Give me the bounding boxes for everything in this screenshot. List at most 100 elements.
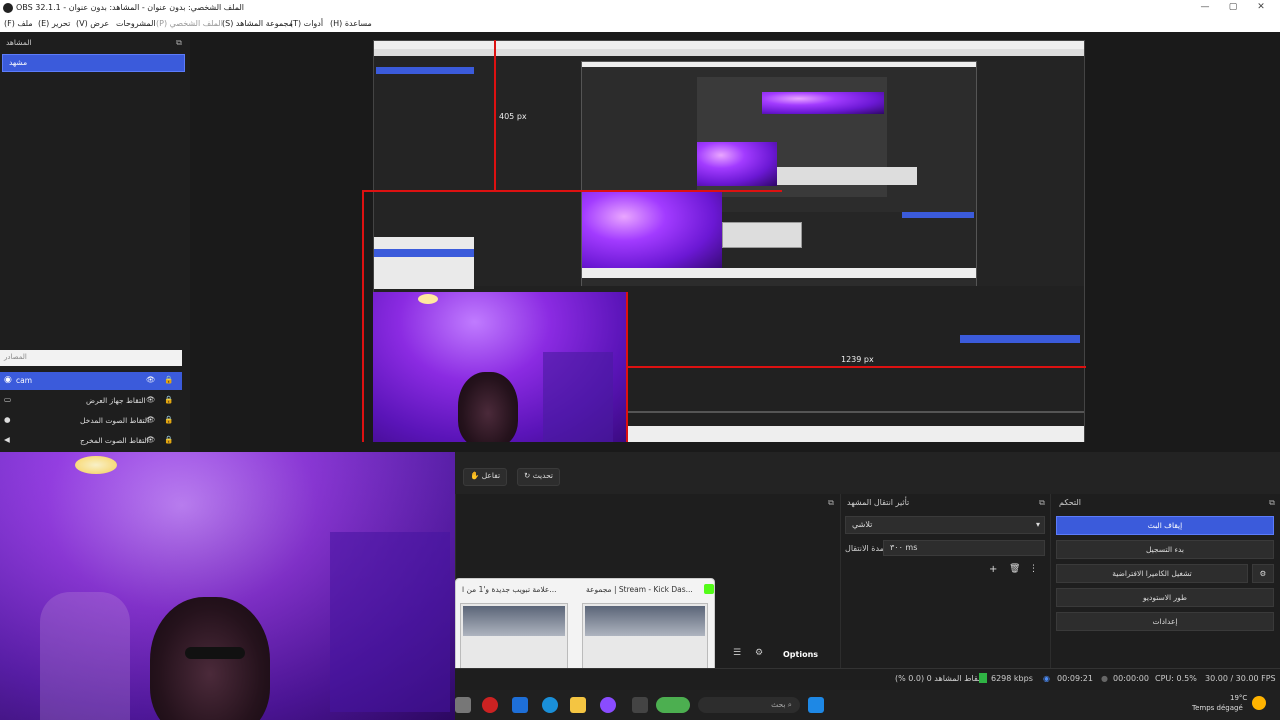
transitions-title: تأثير انتقال المشهد: [847, 498, 910, 507]
task-view-icon[interactable]: [632, 697, 648, 713]
nested-window-shot: [777, 167, 917, 185]
refresh-label: تحديث: [532, 471, 554, 480]
mixer-list-icon[interactable]: ☰: [733, 648, 741, 658]
nested-popup: [722, 222, 802, 248]
duration-spinbox[interactable]: ٣٠٠ ms: [883, 540, 1045, 556]
nested-ctrl-btn: [902, 212, 974, 218]
mixer-settings-icon[interactable]: ⚙: [755, 648, 763, 658]
menu-tools[interactable]: (T) أدوات: [290, 19, 323, 28]
person-head: [458, 372, 518, 442]
hanging-clothes: [40, 592, 130, 720]
weather-text: Temps dégagé: [1192, 704, 1243, 712]
nested-preview-bar: [582, 62, 976, 67]
sources-title: المصادر: [0, 350, 182, 366]
widgets-icon[interactable]: [656, 697, 690, 713]
windows-start-icon[interactable]: [808, 697, 824, 713]
stream-time: 00:09:21: [1057, 674, 1093, 683]
menu-docks[interactable]: المشروحات: [116, 19, 156, 28]
maximize-button[interactable]: ▢: [1224, 2, 1242, 12]
nested-source-cam: [374, 249, 474, 257]
visibility-eye-icon[interactable]: 👁: [146, 415, 156, 424]
source-label: التقاط جهاز العرض: [86, 396, 146, 405]
minimize-button[interactable]: —: [1196, 2, 1214, 12]
nested-cam-small: [762, 92, 884, 114]
lock-icon[interactable]: 🔒: [164, 415, 173, 424]
visibility-eye-icon[interactable]: 👁: [146, 395, 156, 404]
obs-app-icon[interactable]: [482, 697, 498, 713]
taskbar-search[interactable]: بحث ⌕: [698, 697, 800, 713]
edge-app-icon[interactable]: [542, 697, 558, 713]
transition-type-value: تلاشي: [852, 520, 873, 529]
thumb-hero: [585, 606, 705, 636]
more-options-icon[interactable]: ⋮: [1029, 564, 1038, 574]
browser-thumbnail[interactable]: [460, 603, 568, 673]
browser-thumbnail[interactable]: [582, 603, 708, 673]
menu-file[interactable]: (F) ملف: [4, 19, 33, 28]
preview-canvas[interactable]: 405 px 1239 px: [190, 32, 1280, 452]
scenes-title: المشاهد: [0, 36, 190, 52]
copilot-icon[interactable]: [600, 697, 616, 713]
dock-float-icon[interactable]: ⧉: [826, 498, 836, 508]
store-app-icon[interactable]: [512, 697, 528, 713]
interact-label: تفاعل: [481, 471, 501, 480]
refresh-button[interactable]: ↻ تحديث: [517, 468, 561, 486]
stop-streaming-button[interactable]: إيقاف البث: [1056, 516, 1274, 535]
source-cam[interactable]: ◉ cam 👁 🔒: [0, 372, 182, 390]
menu-edit[interactable]: (E) تحرير: [38, 19, 70, 28]
source-display-capture[interactable]: ▭ التقاط جهاز العرض 👁 🔒: [0, 392, 182, 410]
guide-line-vertical: [494, 40, 496, 190]
refresh-icon: ↻: [524, 471, 531, 480]
monitor-icon: ▭: [4, 395, 12, 404]
cam-source-preview[interactable]: [373, 292, 627, 442]
settings-button[interactable]: إعدادات: [1056, 612, 1274, 631]
duration-label: مدة الانتقال: [845, 544, 884, 553]
start-virtual-camera-button[interactable]: تشغيل الكاميرا الافتراضية: [1056, 564, 1248, 583]
virtual-camera-settings-icon[interactable]: ⚙: [1252, 564, 1274, 583]
sources-dock: المصادر ◉ cam 👁 🔒 ▭ التقاط جهاز العرض 👁 …: [0, 350, 182, 450]
source-audio-output[interactable]: ◀ التقاط الصوت المخرج 👁 🔒: [0, 432, 182, 450]
taskbar-preview-popup[interactable]: علامة تبويب جديدة و'1 من ا... مجموعة | S…: [455, 578, 715, 678]
nested-preview: [581, 61, 977, 287]
lock-icon[interactable]: 🔒: [164, 395, 173, 404]
start-recording-button[interactable]: بدء التسجيل: [1056, 540, 1274, 559]
guide-line-left: [362, 190, 364, 442]
kick-icon: [704, 584, 714, 594]
window-title: OBS 32.1.1 - الملف الشخصي: بدون عنوان - …: [16, 3, 244, 12]
menu-help[interactable]: (H) مساعدة: [330, 19, 372, 28]
cam-background-panel: [543, 352, 613, 442]
sunglasses: [185, 647, 245, 659]
dock-float-icon[interactable]: ⧉: [1037, 498, 1047, 508]
menu-view[interactable]: (V) عرض: [76, 19, 109, 28]
menu-profile[interactable]: (P) الملف الشخصي: [156, 19, 223, 28]
lock-icon[interactable]: 🔒: [164, 435, 173, 444]
close-button[interactable]: ✕: [1252, 2, 1270, 12]
visibility-eye-icon[interactable]: 👁: [146, 375, 156, 384]
dock-float-icon[interactable]: ⧉: [1267, 498, 1277, 508]
menu-scene-collection[interactable]: (S) مجموعة المشاهد: [222, 19, 293, 28]
transition-type-select[interactable]: تلاشي ▾: [845, 516, 1045, 534]
preview-tab-label: علامة تبويب جديدة و'1 من ا...: [462, 585, 557, 594]
trash-icon[interactable]: 🗑: [1009, 564, 1020, 574]
file-explorer-icon[interactable]: [570, 697, 586, 713]
source-audio-input[interactable]: ● التقاط الصوت المدخل 👁 🔒: [0, 412, 182, 430]
settings-app-icon[interactable]: [455, 697, 471, 713]
chevron-down-icon: ▾: [1036, 520, 1041, 529]
measure-label-height: 405 px: [499, 112, 527, 121]
dock-float-icon[interactable]: ⧉: [174, 38, 184, 48]
webcam-feed: [0, 452, 455, 720]
scene-item[interactable]: مشهد: [2, 54, 185, 72]
menu-bar: (F) ملف (E) تحرير (V) عرض المشروحات (P) …: [0, 16, 1280, 32]
visibility-eye-icon[interactable]: 👁: [146, 435, 156, 444]
ceiling-lamp-icon: [418, 294, 438, 304]
nested-cam-large: [582, 192, 722, 274]
guide-line-top: [362, 190, 782, 192]
studio-mode-button[interactable]: طور الاستوديو: [1056, 588, 1274, 607]
nested-scene-item: [376, 67, 474, 74]
lock-icon[interactable]: 🔒: [164, 375, 173, 384]
add-transition-icon[interactable]: +: [989, 564, 997, 575]
mixer-options-button[interactable]: Options: [783, 650, 818, 659]
hand-icon: ✋: [470, 471, 480, 480]
interact-button[interactable]: ✋ تفاعل: [463, 468, 508, 486]
sun-weather-icon[interactable]: [1252, 696, 1266, 710]
source-toolbar: ✋ تفاعل ↻ تحديث: [455, 452, 1280, 494]
